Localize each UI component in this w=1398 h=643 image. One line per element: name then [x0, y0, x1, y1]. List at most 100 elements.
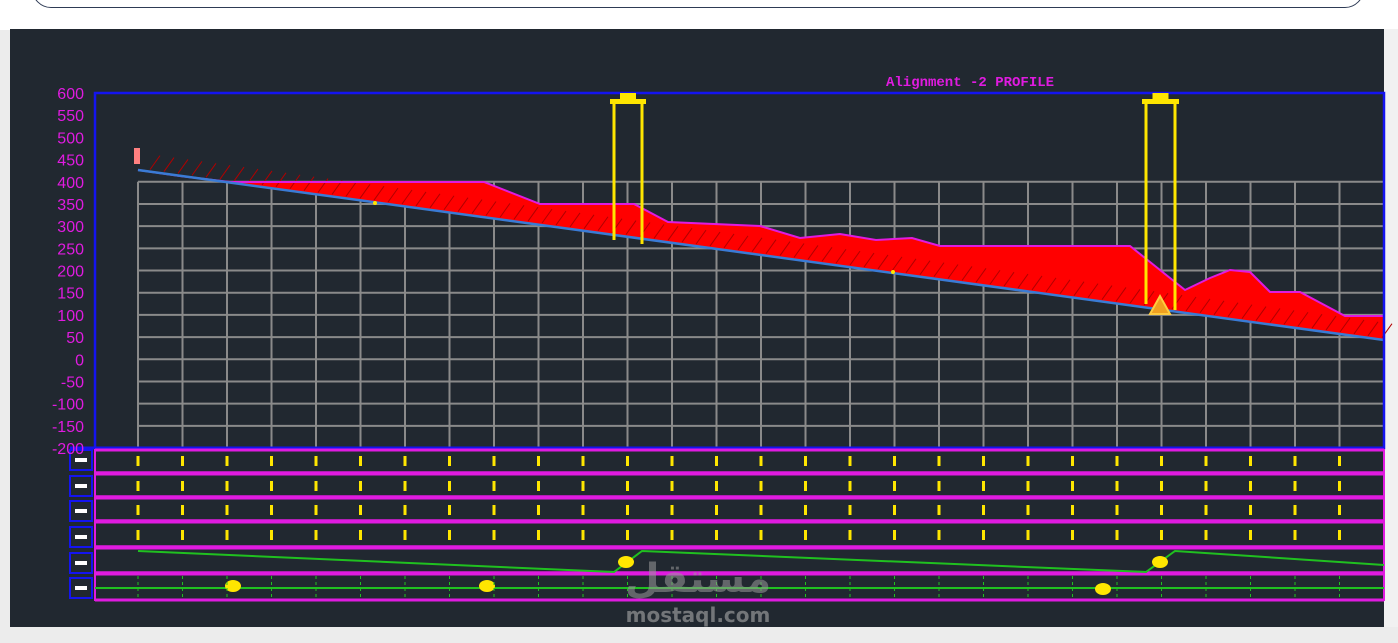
station-tick: [225, 505, 229, 515]
station-tick: [937, 505, 941, 515]
station-tick: [581, 456, 585, 466]
y-tick-label: 450: [57, 153, 84, 170]
y-tick-label: 0: [75, 352, 84, 369]
station-tick: [537, 481, 540, 491]
station-tick: [982, 456, 985, 466]
band-header-label: [75, 586, 87, 590]
station-tick: [537, 505, 540, 515]
station-tick: [804, 505, 807, 515]
station-tick: [715, 530, 718, 540]
station-tick: [581, 481, 585, 491]
station-tick: [1249, 456, 1252, 466]
station-tick: [359, 530, 362, 540]
station-tick: [670, 456, 674, 466]
hatch-line: [233, 166, 245, 182]
y-tick-label: 150: [57, 286, 84, 303]
y-tick-label: -100: [52, 397, 84, 414]
station-tick: [581, 530, 585, 540]
station-tick: [1026, 481, 1030, 491]
station-tick: [359, 456, 362, 466]
hatch-line: [149, 155, 161, 170]
station-tick: [181, 530, 184, 540]
y-tick-label: 600: [57, 86, 84, 103]
point-marker: [373, 201, 377, 205]
station-tick: [314, 456, 318, 466]
band-header-label: [75, 535, 87, 539]
station-tick: [848, 530, 852, 540]
hatch-line: [219, 164, 231, 180]
station-tick: [270, 456, 273, 466]
station-tick: [270, 530, 273, 540]
y-tick-label: 500: [57, 130, 84, 147]
station-tick: [982, 530, 985, 540]
station-tick: [1071, 505, 1074, 515]
station-tick: [804, 530, 807, 540]
band-symbol: [479, 580, 495, 592]
y-tick-label: 350: [57, 197, 84, 214]
station-tick: [1338, 505, 1341, 515]
station-tick: [1026, 530, 1030, 540]
station-tick: [1249, 530, 1252, 540]
profile-drawing: 600550500450400350300250200150100500-50-…: [52, 75, 1393, 627]
station-tick: [448, 530, 451, 540]
station-tick: [893, 456, 896, 466]
station-tick: [1293, 505, 1297, 515]
station-tick: [136, 505, 140, 515]
band-symbol: [1152, 556, 1168, 568]
bridge-cap: [1152, 93, 1169, 100]
y-tick-label: 300: [57, 219, 84, 236]
y-axis-labels: 600550500450400350300250200150100500-50-…: [52, 86, 84, 458]
station-tick: [982, 481, 985, 491]
hatch-line: [177, 159, 189, 174]
station-tick: [492, 481, 496, 491]
station-tick: [1071, 456, 1074, 466]
station-tick: [181, 481, 184, 491]
station-tick: [626, 481, 629, 491]
station-tick: [1160, 505, 1163, 515]
station-tick: [581, 505, 585, 515]
station-tick: [848, 505, 852, 515]
station-tick: [1249, 505, 1252, 515]
station-tick: [403, 505, 407, 515]
station-tick: [1204, 505, 1208, 515]
point-marker: [891, 270, 895, 274]
station-tick: [1115, 481, 1119, 491]
y-tick-label: 50: [66, 330, 84, 347]
station-tick: [403, 456, 407, 466]
watermark-latin: mostaql.com: [626, 603, 771, 627]
station-tick: [136, 530, 140, 540]
station-tick: [492, 505, 496, 515]
station-tick: [270, 481, 273, 491]
station-tick: [181, 456, 184, 466]
y-tick-label: -150: [52, 419, 84, 436]
station-tick: [1293, 530, 1297, 540]
station-tick: [359, 505, 362, 515]
station-tick: [1160, 456, 1163, 466]
band-header-label: [75, 484, 87, 488]
station-tick: [759, 505, 763, 515]
station-tick: [626, 456, 629, 466]
station-tick: [1204, 530, 1208, 540]
station-tick: [270, 505, 273, 515]
station-tick: [1204, 456, 1208, 466]
band-header-label: [75, 561, 87, 565]
station-tick: [715, 505, 718, 515]
station-tick: [626, 505, 629, 515]
station-tick: [448, 456, 451, 466]
station-tick: [759, 481, 763, 491]
station-tick: [848, 456, 852, 466]
bridge-cap: [620, 93, 636, 100]
station-tick: [1026, 456, 1030, 466]
station-tick: [670, 505, 674, 515]
station-tick: [1160, 481, 1163, 491]
station-tick: [937, 456, 941, 466]
station-tick: [937, 530, 941, 540]
station-tick: [1115, 530, 1119, 540]
start-marker: [134, 148, 140, 164]
station-tick: [893, 481, 896, 491]
station-tick: [359, 481, 362, 491]
station-tick: [1249, 481, 1252, 491]
station-tick: [715, 481, 718, 491]
station-tick: [937, 481, 941, 491]
y-tick-label: -50: [61, 374, 84, 391]
